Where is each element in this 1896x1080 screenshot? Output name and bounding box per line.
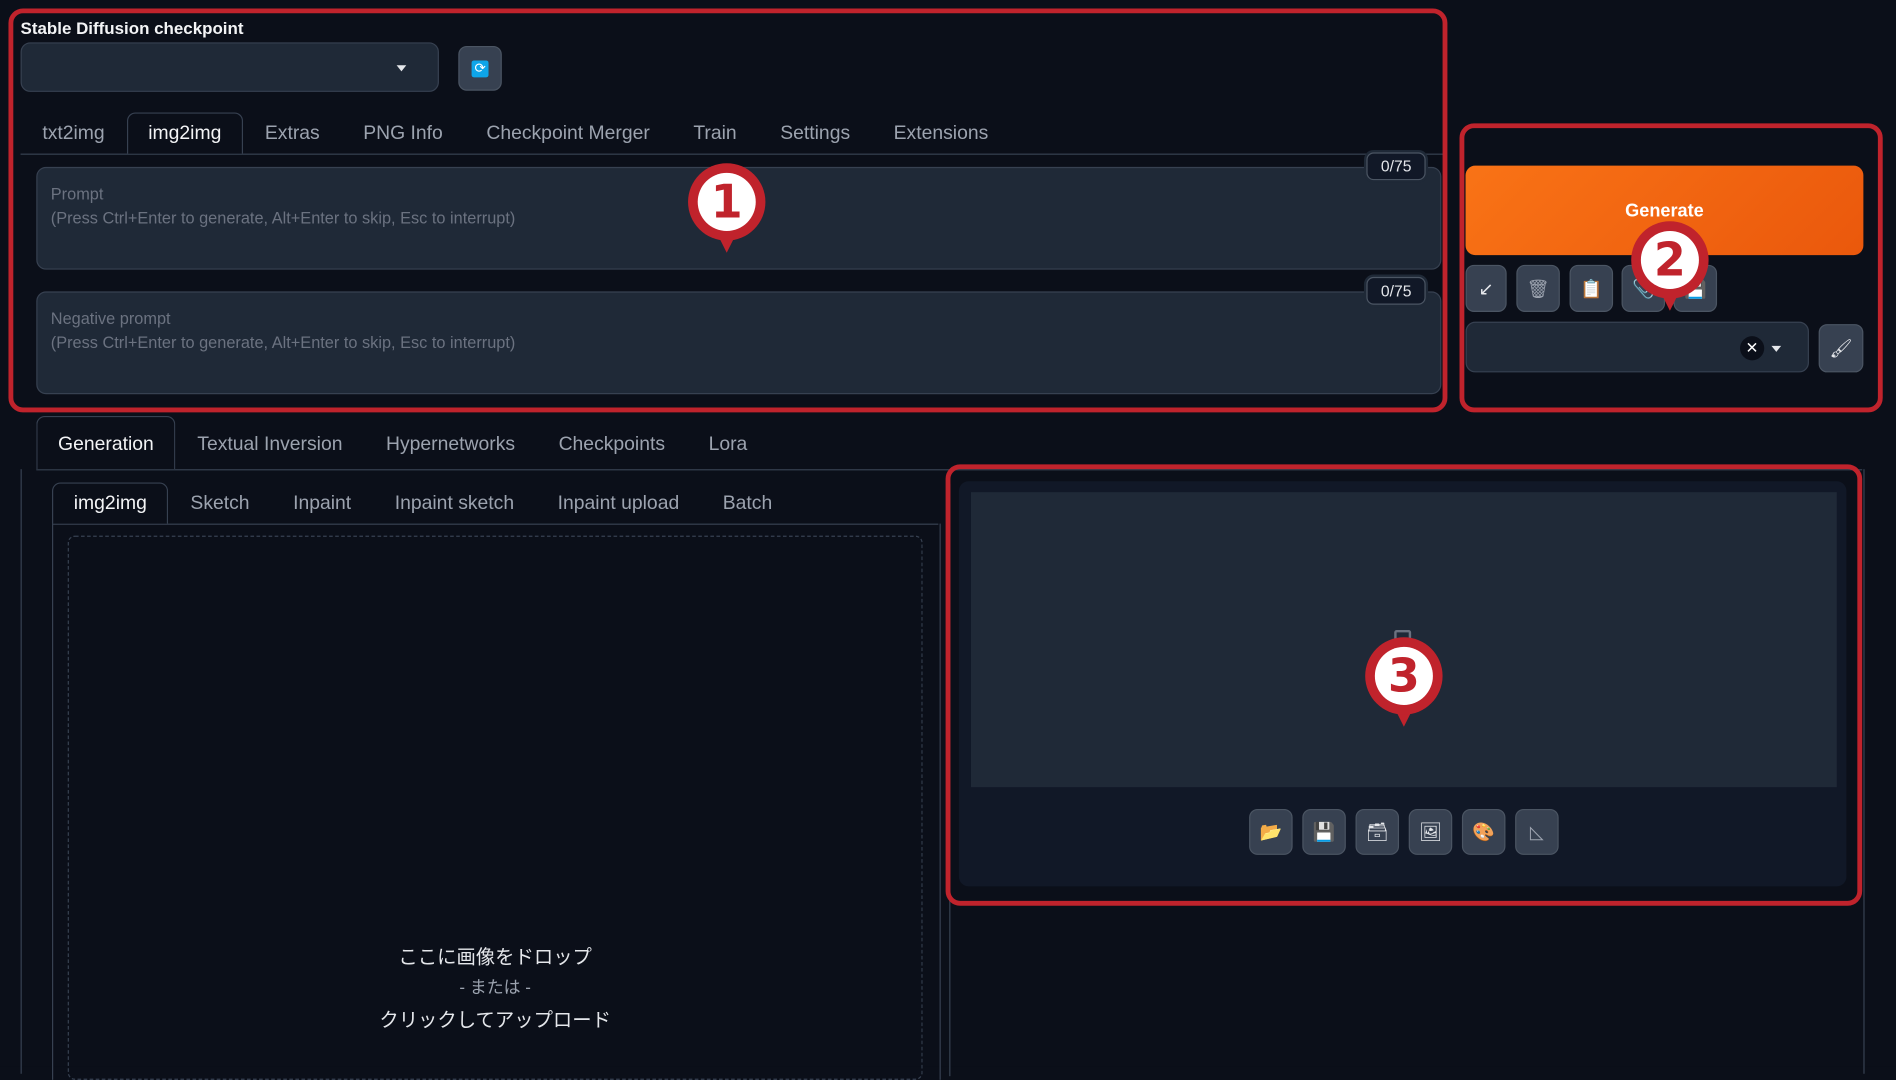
marker-number: 3: [1374, 646, 1433, 705]
tab-inpaint-sketch[interactable]: Inpaint sketch: [373, 482, 536, 523]
tab-batch[interactable]: Batch: [701, 482, 794, 523]
click-upload-text: クリックしてアップロード: [379, 1010, 611, 1032]
input-tabs: img2img Sketch Inpaint Inpaint sketch In…: [51, 482, 939, 525]
tab-textual-inversion[interactable]: Textual Inversion: [176, 416, 365, 469]
tab-checkpoints[interactable]: Checkpoints: [537, 416, 687, 469]
annotation-marker-2: 2: [1631, 221, 1709, 315]
tab-img2img-input[interactable]: img2img: [51, 482, 169, 524]
annotation-marker-3: 3: [1365, 637, 1443, 731]
tab-hypernetworks[interactable]: Hypernetworks: [364, 416, 537, 469]
or-text: - または -: [459, 977, 531, 997]
image-upload-dropzone[interactable]: ここに画像をドロップ - または - クリックしてアップロード: [67, 535, 923, 1080]
marker-number: 2: [1640, 230, 1699, 289]
tab-inpaint-upload[interactable]: Inpaint upload: [536, 482, 701, 523]
drop-text: ここに画像をドロップ: [398, 948, 592, 969]
tab-sketch[interactable]: Sketch: [169, 482, 272, 523]
sub-tabs: Generation Textual Inversion Hypernetwor…: [36, 415, 1863, 471]
tab-generation[interactable]: Generation: [36, 415, 176, 470]
tab-inpaint[interactable]: Inpaint: [271, 482, 373, 523]
marker-number: 1: [697, 172, 756, 231]
annotation-marker-1: 1: [688, 163, 766, 257]
tab-lora[interactable]: Lora: [687, 416, 769, 469]
